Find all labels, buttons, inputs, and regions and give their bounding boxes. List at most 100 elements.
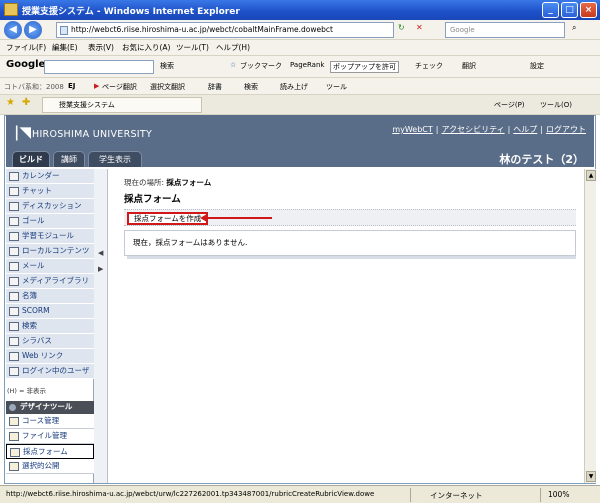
- tab-student-view[interactable]: 学生表示: [88, 151, 142, 167]
- settings-button[interactable]: 設定: [530, 61, 544, 71]
- search-icon[interactable]: ⌕: [572, 20, 576, 36]
- nav-item-scorm[interactable]: SCORM: [6, 304, 94, 319]
- minimize-button[interactable]: _: [542, 2, 559, 18]
- address-url: http://webct6.riise.hiroshima-u.ac.jp/we…: [71, 25, 333, 34]
- expand-right-icon[interactable]: ▶: [98, 265, 103, 273]
- linkbar-search-button[interactable]: 検索: [244, 82, 258, 92]
- page-translate-button[interactable]: ページ翻訳: [102, 82, 137, 92]
- nav-item-chat[interactable]: チャット: [6, 184, 94, 199]
- pagerank-indicator: PageRank: [290, 61, 325, 69]
- menu-view[interactable]: 表示(V): [88, 42, 114, 53]
- menu-help[interactable]: ヘルプ(H): [216, 42, 250, 53]
- tools-menu[interactable]: ツール(O): [540, 100, 572, 110]
- google-search-input[interactable]: [44, 60, 154, 74]
- security-zone: インターネット: [430, 491, 483, 500]
- menu-favorites[interactable]: お気に入り(A): [122, 42, 170, 53]
- refresh-icon[interactable]: ↻: [398, 20, 405, 36]
- nav-item-goals[interactable]: ゴール: [6, 214, 94, 229]
- status-divider: [410, 488, 411, 502]
- chat-icon: [9, 187, 19, 196]
- maximize-button[interactable]: □: [561, 2, 578, 18]
- nav-item-local-content[interactable]: ローカルコンテンツ: [6, 244, 94, 259]
- nav-item-media-library[interactable]: メディアライブラリ: [6, 274, 94, 289]
- close-button[interactable]: ×: [580, 2, 597, 18]
- selection-translate-button[interactable]: 選択文翻訳: [150, 82, 185, 92]
- action-bar: 採点フォームを作成: [124, 209, 576, 226]
- popup-blocker-button[interactable]: ポップアップを許可: [330, 61, 399, 73]
- add-favorite-icon[interactable]: ✚: [22, 97, 30, 108]
- scroll-up-icon[interactable]: ▲: [586, 170, 596, 181]
- nav-item-online-users[interactable]: ログイン中のユーザ: [6, 364, 94, 379]
- star-icon[interactable]: ☆: [230, 61, 236, 69]
- forward-button[interactable]: ▶: [24, 21, 42, 39]
- nav-item-roster[interactable]: 名簿: [6, 289, 94, 304]
- hidden-legend: (H) = 非表示: [7, 387, 47, 395]
- nav-item-search[interactable]: 検索: [6, 319, 94, 334]
- annotation-arrowhead-icon: [200, 214, 207, 222]
- nav-item-rubrics[interactable]: 採点フォーム: [6, 444, 94, 459]
- nav-item-syllabus[interactable]: シラバス: [6, 334, 94, 349]
- nav-item-course-management[interactable]: コース管理: [6, 414, 94, 429]
- menu-tools[interactable]: ツール(T): [176, 42, 209, 53]
- globe-icon: [9, 352, 19, 361]
- zoom-level[interactable]: 100%: [548, 490, 569, 499]
- nav-item-discussion[interactable]: ディスカッション: [6, 199, 94, 214]
- accessibility-link[interactable]: アクセシビリティ: [441, 125, 504, 134]
- main-content: 現在の場所: 採点フォーム 採点フォーム 採点フォームを作成 現在，採点フォーム…: [110, 169, 584, 483]
- scorm-icon: [9, 307, 19, 316]
- module-icon: [9, 232, 19, 241]
- google-search-button[interactable]: 検索: [160, 61, 174, 71]
- favorites-star-icon[interactable]: ★: [6, 97, 15, 108]
- status-bar: http://webct6.riise.hiroshima-u.ac.jp/we…: [0, 485, 600, 503]
- create-rubric-button[interactable]: 採点フォームを作成: [127, 212, 209, 225]
- readup-button[interactable]: 読み上げ: [280, 82, 308, 92]
- empty-message: 現在，採点フォームはありません.: [124, 230, 576, 256]
- roster-icon: [9, 292, 19, 301]
- menu-file[interactable]: ファイル(F): [6, 42, 46, 53]
- address-field[interactable]: http://webct6.riise.hiroshima-u.ac.jp/we…: [56, 22, 394, 38]
- nav-item-file-management[interactable]: ファイル管理: [6, 429, 94, 444]
- logout-link[interactable]: ログアウト: [546, 125, 586, 134]
- bookmarks-button[interactable]: ブックマーク: [240, 61, 282, 71]
- back-button[interactable]: ◀: [4, 21, 22, 39]
- search-input[interactable]: Google: [445, 22, 565, 38]
- mywebct-link[interactable]: myWebCT: [392, 125, 432, 134]
- menu-edit[interactable]: 編集(E): [52, 42, 78, 53]
- top-links: myWebCT | アクセシビリティ | ヘルプ | ログアウト: [392, 125, 586, 134]
- browser-tab[interactable]: 授業支援システム: [42, 97, 202, 113]
- tab-build[interactable]: ビルド: [12, 151, 50, 167]
- collapse-left-icon[interactable]: ◀: [98, 249, 103, 257]
- nav-item-mail[interactable]: メール: [6, 259, 94, 274]
- translate-button[interactable]: 翻訳: [462, 61, 476, 71]
- help-link[interactable]: ヘルプ: [513, 125, 537, 134]
- stop-icon[interactable]: ✕: [416, 20, 423, 36]
- google-logo: Google: [6, 59, 46, 70]
- jisho-button[interactable]: 辞書: [208, 82, 222, 92]
- google-toolbar: Google 検索 ☆ ブックマーク PageRank ポップアップを許可 チェ…: [0, 56, 600, 78]
- scroll-down-icon[interactable]: ▼: [586, 471, 596, 482]
- linkbar-tools-button[interactable]: ツール: [326, 82, 347, 92]
- nav-item-calendar[interactable]: カレンダー: [6, 169, 94, 184]
- dict-label: コトバ系和：2008: [4, 83, 64, 91]
- nav-item-selective-release[interactable]: 選択的公開: [6, 459, 94, 474]
- play-icon: ▶: [94, 82, 100, 90]
- users-icon: [9, 367, 19, 376]
- page-menu[interactable]: ページ(P): [494, 100, 525, 110]
- ej-button[interactable]: EJ: [68, 82, 75, 90]
- vertical-scrollbar[interactable]: ▲ ▼: [584, 169, 596, 483]
- toggle-icon: [9, 404, 16, 411]
- nav-item-learning-module[interactable]: 学習モジュール: [6, 229, 94, 244]
- designer-tools-header[interactable]: デザイナツール: [6, 401, 94, 414]
- search-icon: [9, 322, 19, 331]
- goal-icon: [9, 217, 19, 226]
- panel-splitter[interactable]: ◀ ▶: [94, 169, 108, 483]
- university-name: HIROSHIMA UNIVERSITY: [32, 129, 153, 140]
- check-button[interactable]: チェック: [415, 61, 443, 71]
- tab-instructor[interactable]: 講師: [53, 151, 85, 167]
- file-icon: [9, 432, 19, 441]
- media-icon: [9, 277, 19, 286]
- page-title: 採点フォーム: [124, 194, 181, 205]
- course-management-icon: [9, 417, 19, 426]
- nav-item-web-links[interactable]: Web リンク: [6, 349, 94, 364]
- links-toolbar: コトバ系和：2008 EJ ▶ ページ翻訳 選択文翻訳 辞書 検索 読み上げ ツ…: [0, 78, 600, 95]
